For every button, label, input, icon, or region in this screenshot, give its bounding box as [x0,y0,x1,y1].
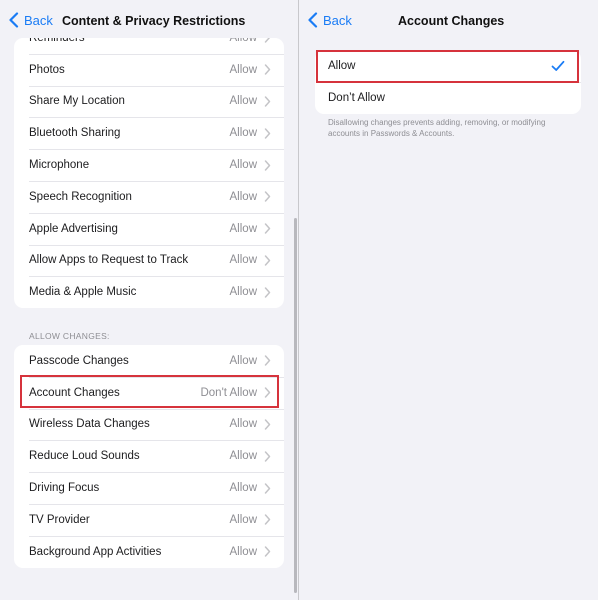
right-back-label: Back [323,12,352,28]
row-label: TV Provider [29,513,90,526]
row-label: Passcode Changes [29,354,129,367]
right-navbar: Back Account Changes [299,0,598,40]
row-label: Allow Apps to Request to Track [29,254,189,267]
settings-row-tv-provider[interactable]: TV Provider Allow [14,503,284,536]
row-label: Bluetooth Sharing [29,127,121,140]
row-value: Allow [229,254,257,267]
chevron-right-icon [264,96,271,107]
settings-row-reduce-loud-sounds[interactable]: Reduce Loud Sounds Allow [14,440,284,472]
left-navbar: Back Content & Privacy Restrictions [0,0,298,40]
row-value: Allow [229,482,257,495]
right-back-button[interactable]: Back [307,12,352,28]
chevron-left-icon [9,12,19,28]
settings-row-media-apple-music[interactable]: Media & Apple Music Allow [14,276,284,308]
row-value: Allow [229,159,257,172]
right-page-title: Account Changes [398,14,505,28]
option-label: Don’t Allow [328,92,385,104]
row-value: Allow [229,95,257,108]
settings-row-share-my-location[interactable]: Share My Location Allow [14,85,284,118]
chevron-right-icon [264,255,271,266]
row-value: Allow [229,418,257,431]
row-value: Allow [229,127,257,140]
chevron-right-icon [264,191,271,203]
chevron-right-icon [264,355,271,367]
settings-group-allow-changes: Passcode Changes Allow Account Changes Don'… [14,345,284,568]
account-changes-options: Allow Don’t Allow [315,50,581,114]
chevron-right-icon [264,482,271,494]
left-back-label: Back [24,12,53,28]
left-scrollbar[interactable] [294,218,297,593]
settings-row-wireless-data-changes[interactable]: Wireless Data Changes Allow [14,408,284,441]
row-value: Allow [229,354,257,367]
chevron-right-icon [264,64,271,75]
settings-row-allow-apps-to-request-to-track[interactable]: Allow Apps to Request to Track Allow [14,244,284,277]
chevron-right-icon [264,128,271,139]
row-label: Account Changes [29,386,120,399]
chevron-right-icon [264,387,271,398]
option-label: Allow [328,60,356,72]
row-value: Allow [229,190,257,203]
row-label: Driving Focus [29,482,100,495]
row-value: Allow [229,63,257,76]
settings-row-photos[interactable]: Photos Allow [14,53,284,86]
row-value: Allow [229,286,257,299]
left-pane: Back Content & Privacy Restrictions Remi… [0,0,298,600]
row-label: Reduce Loud Sounds [29,450,140,463]
chevron-left-icon [308,12,318,28]
settings-row-bluetooth-sharing[interactable]: Bluetooth Sharing Allow [14,117,284,149]
chevron-right-icon [264,287,271,298]
settings-group-privacy: Reminders Allow Photos Allow Share My Locati… [14,38,284,309]
chevron-right-icon [264,546,271,557]
row-value: Allow [229,513,257,526]
row-label: Speech Recognition [29,190,132,203]
row-label: Microphone [29,159,90,172]
row-value: Allow [229,450,257,463]
left-page-title: Content & Privacy Restrictions [62,14,246,28]
option-dont-allow[interactable]: Don’t Allow [315,82,581,114]
chevron-right-icon [264,159,271,171]
option-allow[interactable]: Allow [315,50,581,82]
row-value: Don't Allow [200,386,257,399]
row-label: Photos [29,63,65,76]
settings-row-microphone[interactable]: Microphone Allow [14,149,284,181]
settings-row-background-app-activities[interactable]: Background App Activities Allow [14,535,284,568]
settings-row-passcode-changes[interactable]: Passcode Changes Allow [14,345,284,377]
settings-row-account-changes[interactable]: Account Changes Don't Allow [14,376,284,409]
settings-row-speech-recognition[interactable]: Speech Recognition Allow [14,180,284,213]
left-back-button[interactable]: Back [8,12,53,28]
chevron-right-icon [264,223,271,234]
row-label: Apple Advertising [29,222,118,235]
settings-row-driving-focus[interactable]: Driving Focus Allow [14,472,284,504]
settings-row-apple-advertising[interactable]: Apple Advertising Allow [14,212,284,245]
chevron-right-icon [264,451,271,462]
row-label: Share My Location [29,95,125,108]
row-value: Allow [229,545,257,558]
section-header-allow-changes: ALLOW CHANGES: [29,331,110,341]
row-label: Media & Apple Music [29,286,137,299]
right-pane: Back Account Changes Allow Don’t Allow D… [299,0,598,600]
row-label: Wireless Data Changes [29,418,150,431]
chevron-right-icon [264,514,271,526]
footer-note: Disallowing changes prevents adding, rem… [328,118,546,138]
checkmark-icon [551,60,565,71]
row-value: Allow [229,222,257,235]
row-label: Background App Activities [29,545,162,558]
chevron-right-icon [264,419,271,430]
